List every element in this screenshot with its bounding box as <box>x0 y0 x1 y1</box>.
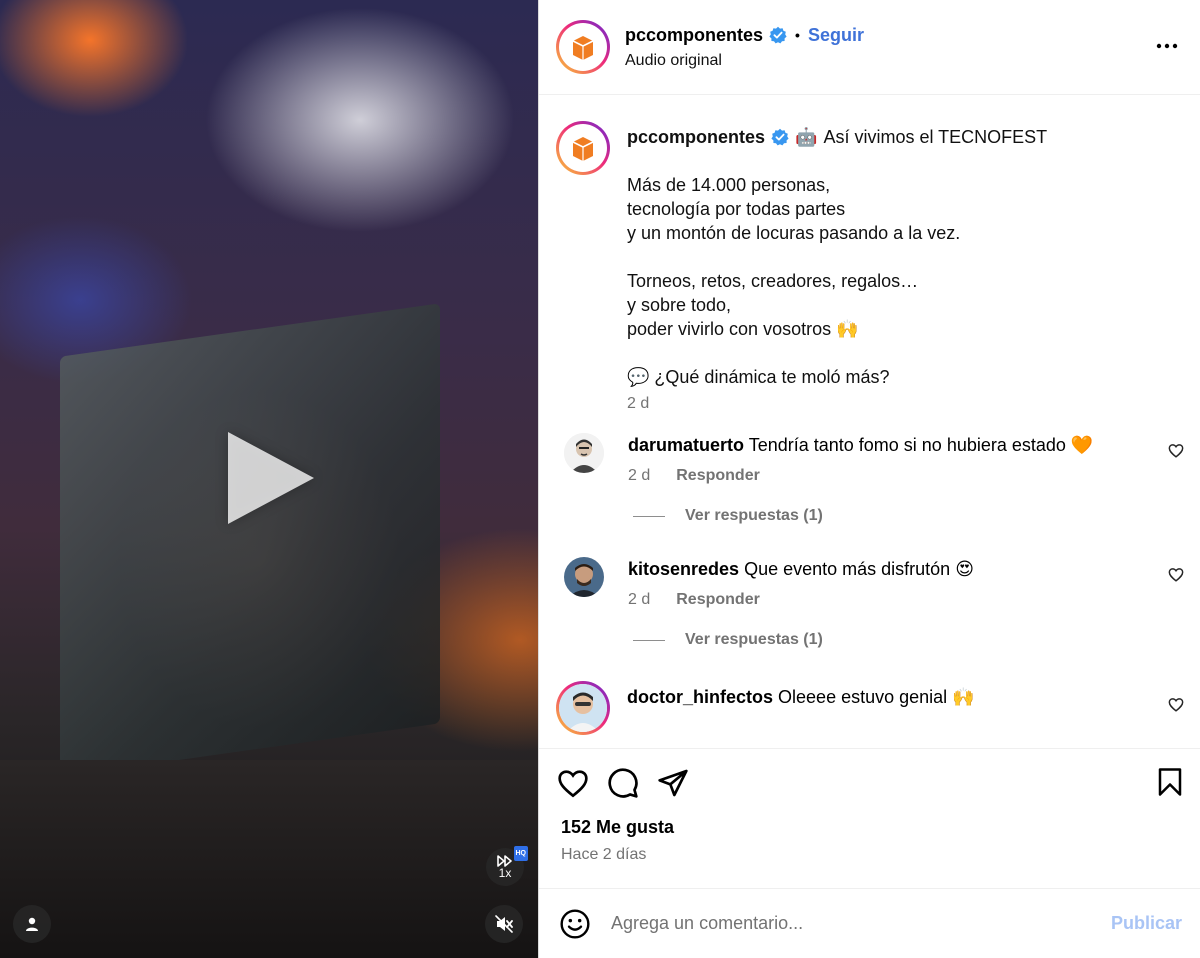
video-frame-desk <box>0 760 538 958</box>
comment-icon <box>608 768 638 798</box>
playback-speed-button[interactable]: HQ 1x <box>486 846 528 886</box>
bookmark-icon <box>1158 768 1182 796</box>
comment-like-button[interactable] <box>1168 443 1184 463</box>
share-button[interactable] <box>657 768 689 798</box>
comment-username[interactable]: kitosenredes <box>628 559 739 579</box>
user-tag-icon <box>26 917 38 931</box>
likes-count[interactable]: 152 Me gusta <box>539 817 1200 838</box>
post-caption: pccomponentes 🤖 Así vivimos el TECNOFEST… <box>539 95 1200 413</box>
heart-icon <box>1168 568 1184 582</box>
post-header: pccomponentes • Seguir Audio original <box>539 0 1200 95</box>
speed-label: 1x <box>498 865 512 880</box>
replies-divider <box>633 639 665 641</box>
author-avatar[interactable] <box>556 20 610 74</box>
video-frame-pc-case <box>60 303 440 777</box>
comment-username[interactable]: doctor_hinfectos <box>627 687 773 707</box>
comment-avatar[interactable] <box>564 433 604 473</box>
mute-button[interactable] <box>485 905 523 943</box>
share-icon <box>658 769 688 797</box>
caption-username[interactable]: pccomponentes <box>627 125 765 149</box>
heart-icon <box>558 770 588 798</box>
comment-text: Tendría tanto fomo si no hubiera estado … <box>748 435 1094 455</box>
comment-avatar[interactable] <box>556 681 610 735</box>
hq-badge: HQ <box>513 846 528 861</box>
pccomponentes-logo <box>563 128 603 168</box>
mute-icon <box>495 915 513 933</box>
view-replies-button[interactable]: Ver respuestas (1) <box>633 631 1200 649</box>
speed-icon <box>497 854 512 867</box>
caption-avatar[interactable] <box>556 121 610 175</box>
post-actions: 152 Me gusta Hace 2 días <box>539 748 1200 888</box>
author-username[interactable]: pccomponentes <box>625 25 763 46</box>
replies-divider <box>633 515 665 517</box>
comments-list[interactable]: pccomponentes 🤖 Así vivimos el TECNOFEST… <box>539 95 1200 748</box>
like-button[interactable] <box>557 768 589 798</box>
heart-icon <box>1168 698 1184 712</box>
post-viewer: HQ 1x pccomponentes • Seguir Audio origi… <box>0 0 1200 958</box>
comment-time[interactable]: 2 d <box>628 467 650 485</box>
verified-icon <box>771 128 789 146</box>
comment-text: Que evento más disfrutón 😍 <box>744 559 974 579</box>
caption-paragraph: Más de 14.000 personas, tecnología por t… <box>627 175 961 243</box>
comment-avatar[interactable] <box>564 557 604 597</box>
emoji-button[interactable] <box>559 908 591 940</box>
comment-time[interactable]: 2 d <box>628 591 650 609</box>
caption-title: Así vivimos el TECNOFEST <box>823 127 1048 147</box>
play-icon[interactable] <box>228 432 314 524</box>
comment-like-button[interactable] <box>1168 697 1184 717</box>
post-date: Hace 2 días <box>561 846 647 863</box>
more-icon <box>1156 43 1178 49</box>
reply-button[interactable]: Responder <box>676 467 760 485</box>
user-tag-button[interactable] <box>13 905 51 943</box>
post-panel: pccomponentes • Seguir Audio original pc… <box>538 0 1200 958</box>
video-player[interactable]: HQ 1x <box>0 0 538 958</box>
comment-input[interactable] <box>611 913 1071 934</box>
save-button[interactable] <box>1157 767 1183 802</box>
heart-icon <box>1168 444 1184 458</box>
verified-icon <box>769 26 787 44</box>
view-replies-label: Ver respuestas (1) <box>685 631 823 648</box>
comment-composer: Publicar <box>539 888 1200 958</box>
separator-dot: • <box>795 27 800 43</box>
view-replies-label: Ver respuestas (1) <box>685 507 823 524</box>
publish-button[interactable]: Publicar <box>1111 913 1182 934</box>
caption-emoji: 🤖 <box>795 127 818 147</box>
reply-button[interactable]: Responder <box>676 591 760 609</box>
more-options-button[interactable] <box>1156 36 1178 54</box>
comment-item: kitosenredes Que evento más disfrutón 😍 … <box>539 557 1200 609</box>
comment-text: Oleeee estuvo genial 🙌 <box>778 687 975 707</box>
comment-button[interactable] <box>607 767 639 799</box>
comment-item: darumatuerto Tendría tanto fomo si no hu… <box>539 433 1200 485</box>
comment-like-button[interactable] <box>1168 567 1184 587</box>
pccomponentes-logo <box>563 27 603 67</box>
audio-label[interactable]: Audio original <box>625 52 864 70</box>
comment-username[interactable]: darumatuerto <box>628 435 744 455</box>
comment-item: doctor_hinfectos Oleeee estuvo genial 🙌 <box>539 681 1200 735</box>
caption-paragraph: 💬 ¿Qué dinámica te moló más? <box>627 367 890 387</box>
emoji-icon <box>560 908 590 939</box>
caption-time[interactable]: 2 d <box>627 395 649 413</box>
caption-paragraph: Torneos, retos, creadores, regalos… y so… <box>627 271 919 339</box>
view-replies-button[interactable]: Ver respuestas (1) <box>633 507 1200 525</box>
follow-button[interactable]: Seguir <box>808 25 864 46</box>
